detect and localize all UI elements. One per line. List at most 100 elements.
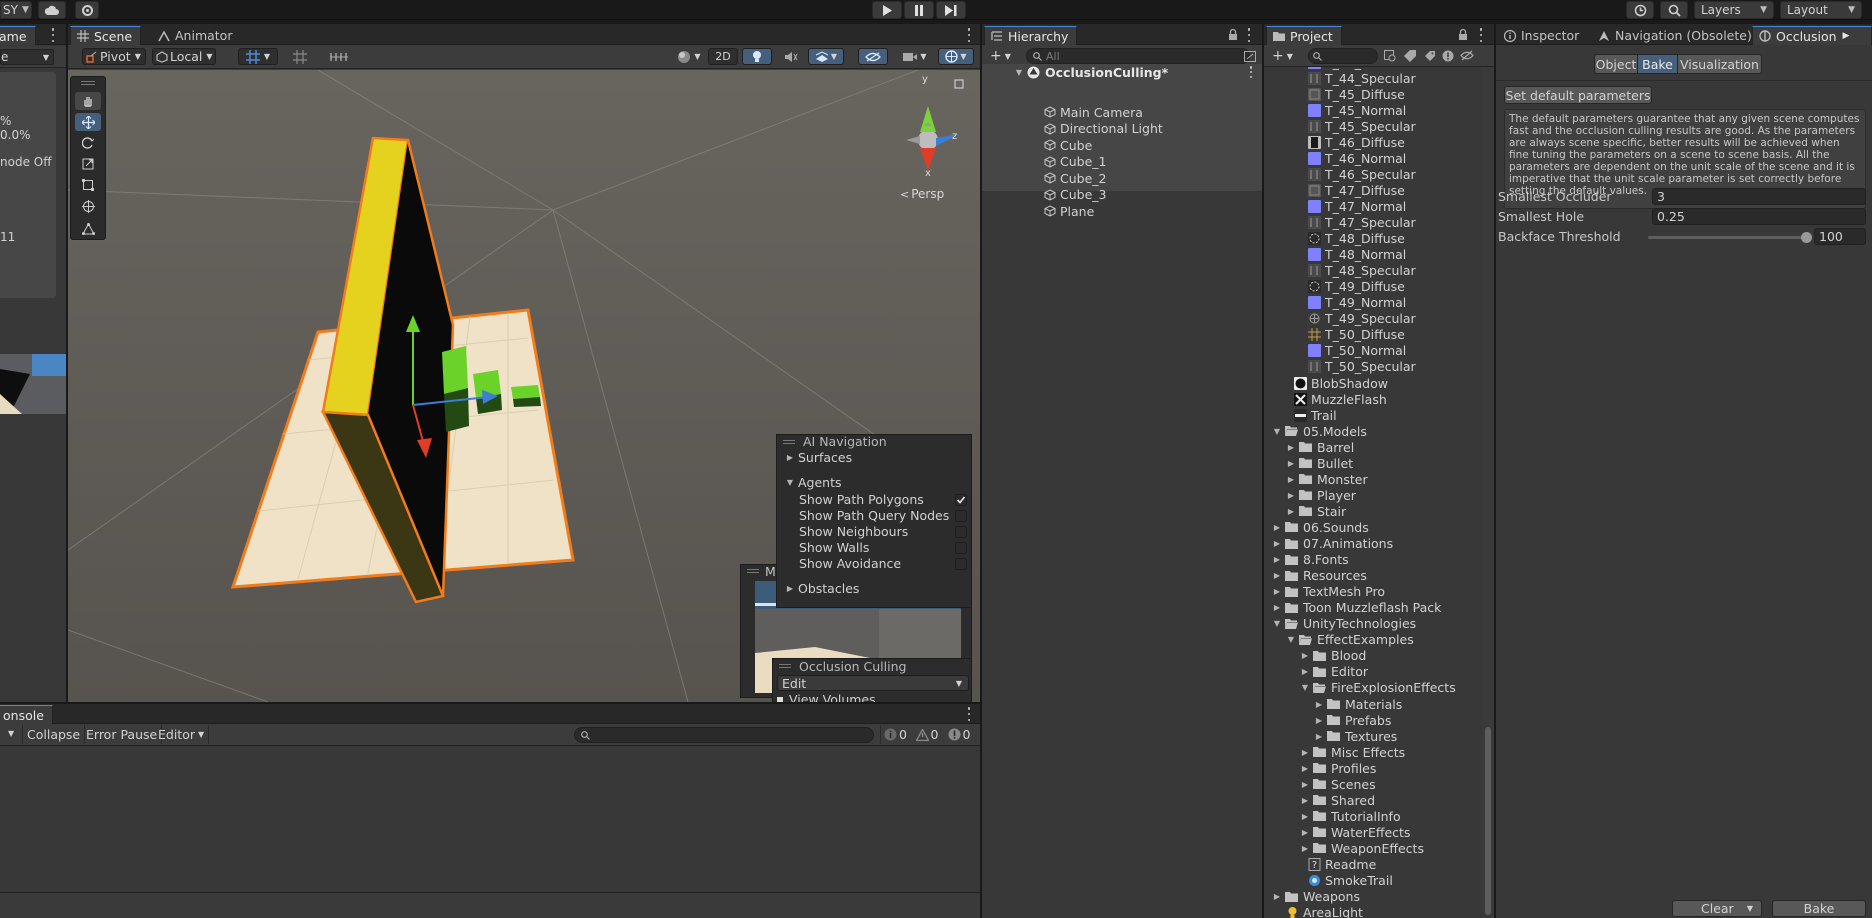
- texture-asset-row[interactable]: T_46_Specular: [1308, 166, 1416, 182]
- folder-row[interactable]: ▶ 8.Fonts: [1272, 552, 1349, 568]
- console-search-input[interactable]: [574, 727, 874, 743]
- scale-tool[interactable]: [75, 155, 101, 173]
- folder-row[interactable]: ▶ Materials: [1314, 696, 1402, 712]
- draw-mode-button[interactable]: ▼: [672, 48, 706, 65]
- folder-row[interactable]: ▶ 07.Animations: [1272, 536, 1393, 552]
- scene-visibility-icon[interactable]: [1244, 51, 1256, 62]
- console-log-area[interactable]: [0, 746, 980, 892]
- layout-dropdown[interactable]: Layout ▼: [1780, 1, 1862, 19]
- triangle-right-icon[interactable]: ▶: [1272, 587, 1282, 596]
- triangle-down-icon[interactable]: ▼: [1300, 683, 1310, 692]
- tab-navigation[interactable]: Navigation (Obsolete): [1592, 26, 1760, 45]
- play-button[interactable]: [872, 1, 902, 19]
- warning-count-toggle[interactable]: 0: [912, 725, 942, 744]
- folder-row[interactable]: ▶ Toon Muzzleflash Pack: [1272, 600, 1441, 616]
- triangle-right-icon[interactable]: ▶: [1300, 780, 1310, 789]
- obstacles-foldout[interactable]: ▶ Obstacles: [785, 581, 859, 596]
- texture-asset-row[interactable]: T_46_Normal: [1308, 150, 1406, 166]
- triangle-down-icon[interactable]: ▼: [1286, 635, 1296, 644]
- triangle-right-icon[interactable]: ▶: [1286, 491, 1296, 500]
- texture-asset-row[interactable]: T_48_Specular: [1308, 263, 1416, 279]
- scene-viewport[interactable]: y z x < Persp Occlusion Culling Edit ▼ V…: [68, 70, 980, 702]
- backface-threshold-input[interactable]: 100: [1814, 228, 1866, 245]
- camera-settings-button[interactable]: ▼: [898, 48, 932, 65]
- search-by-type-icon[interactable]: [1384, 50, 1397, 62]
- slider-thumb[interactable]: [1801, 232, 1812, 243]
- smallest-occluder-input[interactable]: 3: [1652, 188, 1866, 205]
- lighting-toggle[interactable]: [742, 48, 772, 65]
- hierarchy-item[interactable]: Plane: [982, 203, 1252, 219]
- folder-row[interactable]: ▶ Monster: [1286, 471, 1368, 487]
- texture-asset-row[interactable]: T_47_Normal: [1308, 198, 1406, 214]
- create-asset-dropdown[interactable]: + ▼: [1272, 48, 1293, 64]
- folder-row[interactable]: ▶ Shared: [1300, 792, 1375, 808]
- search-by-label-icon[interactable]: [1404, 50, 1417, 62]
- triangle-right-icon[interactable]: ▶: [1300, 748, 1310, 757]
- custom-tool[interactable]: [75, 220, 101, 238]
- hierarchy-item[interactable]: Directional Light: [982, 121, 1252, 137]
- gizmos-toggle[interactable]: ▼: [938, 48, 974, 65]
- more-options-icon[interactable]: [1478, 28, 1484, 42]
- triangle-right-icon[interactable]: ▶: [1272, 603, 1282, 612]
- texture-asset-row[interactable]: T_45_Diffuse: [1308, 86, 1405, 102]
- folder-row[interactable]: ▶ Misc Effects: [1300, 744, 1405, 760]
- folder-row[interactable]: ▶ Stair: [1286, 503, 1346, 519]
- folder-row[interactable]: ▶ WaterEffects: [1300, 824, 1411, 840]
- triangle-right-icon[interactable]: ▶: [1300, 667, 1310, 676]
- backface-threshold-slider[interactable]: [1648, 231, 1812, 245]
- more-options-icon[interactable]: [1248, 66, 1254, 78]
- undo-history-button[interactable]: [1626, 1, 1654, 19]
- agent-option-row[interactable]: Show Path Query Nodes: [799, 508, 967, 523]
- folder-row[interactable]: ▶ Textures: [1314, 728, 1397, 744]
- warning-filter-icon[interactable]: [1442, 50, 1454, 62]
- drag-handle-icon[interactable]: [783, 440, 795, 444]
- asset-row[interactable]: Trail: [1294, 407, 1337, 423]
- more-options-icon[interactable]: [966, 707, 972, 721]
- texture-asset-row[interactable]: T_49_Specular: [1308, 311, 1416, 327]
- tab-inspector[interactable]: Inspector: [1498, 26, 1587, 45]
- folder-row[interactable]: ▶ TutorialInfo: [1300, 808, 1401, 824]
- tab-occlusion[interactable]: Occlusion ▶: [1752, 26, 1872, 45]
- checkbox-icon[interactable]: [955, 509, 967, 522]
- project-search-input[interactable]: [1308, 48, 1378, 64]
- folder-row[interactable]: ▼ FireExplosionEffects: [1300, 680, 1456, 696]
- tab-console[interactable]: onsole: [0, 705, 53, 724]
- asset-row[interactable]: AreaLight: [1286, 905, 1363, 918]
- step-button[interactable]: [936, 1, 966, 19]
- triangle-right-icon[interactable]: ▶: [1300, 796, 1310, 805]
- agent-option-row[interactable]: Show Avoidance: [799, 556, 967, 571]
- folder-row[interactable]: ▶ Prefabs: [1314, 712, 1391, 728]
- triangle-right-icon[interactable]: ▶: [1272, 555, 1282, 564]
- error-pause-toggle[interactable]: Error Pause: [82, 725, 163, 744]
- drag-handle-icon[interactable]: [81, 81, 95, 85]
- move-tool[interactable]: [75, 113, 101, 131]
- folder-row[interactable]: ▶ Player: [1286, 487, 1356, 503]
- checkbox-icon[interactable]: [955, 541, 967, 554]
- search-button[interactable]: [1660, 1, 1688, 19]
- triangle-right-icon[interactable]: ▶: [1300, 764, 1310, 773]
- rect-tool[interactable]: [75, 176, 101, 194]
- texture-asset-row[interactable]: T_49_Normal: [1308, 295, 1406, 311]
- texture-asset-row[interactable]: T_45_Normal: [1308, 102, 1406, 118]
- triangle-right-icon[interactable]: ▶: [1300, 651, 1310, 660]
- texture-asset-row[interactable]: T_45_Specular: [1308, 118, 1416, 134]
- triangle-right-icon[interactable]: ▶: [1272, 892, 1282, 901]
- hidden-objects-toggle[interactable]: [858, 48, 888, 65]
- folder-row[interactable]: ▶ WeaponEffects: [1300, 840, 1424, 856]
- 2d-mode-button[interactable]: 2D: [708, 48, 738, 65]
- tab-scene[interactable]: Scene: [70, 26, 142, 45]
- triangle-right-icon[interactable]: ▶: [1300, 844, 1310, 853]
- create-dropdown[interactable]: + ▼: [990, 48, 1011, 64]
- triangle-right-icon[interactable]: ▶: [1286, 475, 1296, 484]
- triangle-right-icon[interactable]: ▶: [1314, 716, 1324, 725]
- texture-asset-row[interactable]: T_48_Normal: [1308, 247, 1406, 263]
- tab-game[interactable]: ame: [0, 26, 36, 45]
- triangle-right-icon[interactable]: ▶: [1300, 828, 1310, 837]
- error-count-toggle[interactable]: 0: [944, 725, 974, 744]
- collab-button[interactable]: [75, 1, 99, 19]
- folder-row[interactable]: ▼ 05.Models: [1272, 423, 1367, 439]
- smallest-hole-input[interactable]: 0.25: [1652, 208, 1866, 225]
- increment-snap-button[interactable]: [282, 48, 318, 65]
- hand-tool[interactable]: [75, 92, 101, 110]
- folder-row[interactable]: ▶ TextMesh Pro: [1272, 584, 1385, 600]
